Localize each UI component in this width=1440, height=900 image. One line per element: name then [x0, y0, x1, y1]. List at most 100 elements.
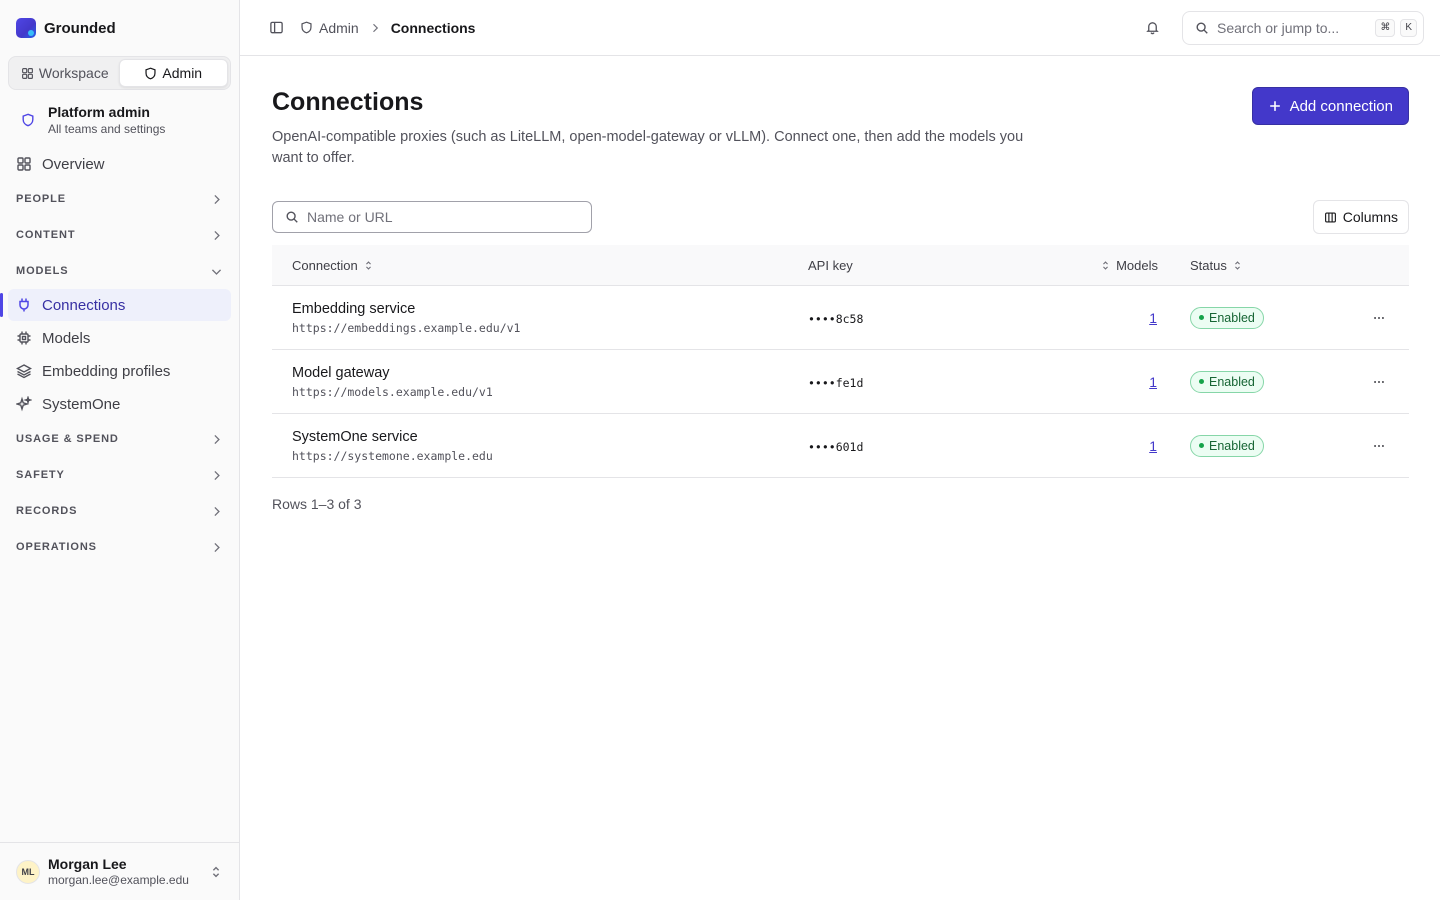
search-icon: [286, 211, 298, 223]
context-header: Platform admin All teams and settings: [0, 90, 239, 144]
status-badge: Enabled: [1190, 434, 1264, 457]
connection-name[interactable]: SystemOne service: [292, 429, 808, 445]
status-label: Enabled: [1209, 374, 1255, 389]
nav-group-models[interactable]: MODELS: [8, 253, 231, 289]
nav-group-content[interactable]: CONTENT: [8, 217, 231, 253]
table-row[interactable]: Model gateway https://models.example.edu…: [272, 350, 1409, 414]
chevron-right-icon: [214, 230, 220, 240]
layers-icon: [16, 364, 32, 379]
status-dot-icon: [1199, 443, 1204, 448]
nav-group-label: SAFETY: [16, 469, 65, 481]
row-actions-button[interactable]: [1367, 434, 1391, 458]
workspace-tab-label: Workspace: [38, 65, 109, 81]
user-menu[interactable]: ML Morgan Lee morgan.lee@example.edu: [0, 842, 239, 900]
nav-group-label: CONTENT: [16, 229, 76, 241]
table-header: Connection API key Models Status: [272, 245, 1409, 286]
connection-url: https://systemone.example.edu: [292, 448, 493, 463]
avatar: ML: [16, 859, 40, 884]
status-dot-icon: [1199, 315, 1204, 320]
table-row[interactable]: Embedding service https://embeddings.exa…: [272, 286, 1409, 350]
chevrons-up-down-icon: [212, 866, 220, 877]
more-horizontal-icon: [1373, 444, 1384, 447]
global-search-input[interactable]: Search or jump to... ⌘ K: [1182, 10, 1424, 45]
connection-url: https://embeddings.example.edu/v1: [292, 320, 521, 335]
models-count-link[interactable]: 1: [1149, 310, 1158, 326]
topbar: Admin Connections Search or jump to... ⌘…: [240, 0, 1440, 56]
admin-tab[interactable]: Admin: [118, 59, 228, 87]
col-api-key: API key: [808, 258, 1058, 273]
toggle-sidebar-button[interactable]: [264, 16, 288, 40]
sidebar-item-overview[interactable]: Overview: [8, 148, 231, 180]
sidebar-item-systemone[interactable]: SystemOne: [8, 388, 231, 420]
nav-group-people[interactable]: PEOPLE: [8, 181, 231, 217]
search-icon: [1196, 21, 1208, 34]
main: Admin Connections Search or jump to... ⌘…: [240, 0, 1440, 900]
chip-icon: [17, 331, 31, 345]
sidebar-item-connections[interactable]: Connections: [0, 289, 231, 321]
col-status-label: Status: [1190, 257, 1227, 273]
row-actions-button[interactable]: [1367, 306, 1391, 330]
shield-icon: [18, 110, 38, 130]
status-label: Enabled: [1209, 310, 1255, 325]
models-count-link[interactable]: 1: [1149, 374, 1158, 390]
more-horizontal-icon: [1373, 380, 1384, 383]
kbd-cmd: ⌘: [1375, 18, 1396, 37]
page-content: Connections OpenAI-compatible proxies (s…: [240, 56, 1440, 512]
status-badge: Enabled: [1190, 306, 1264, 329]
plug-icon: [19, 298, 29, 312]
breadcrumb-admin[interactable]: Admin: [300, 20, 359, 36]
columns-button[interactable]: Columns: [1312, 200, 1409, 234]
sparkles-icon: [16, 396, 32, 412]
nav-group-label: PEOPLE: [16, 193, 67, 205]
pagination-info: Rows 1–3 of 3: [272, 496, 362, 512]
columns-icon: [1324, 211, 1336, 223]
context-title: Platform admin: [48, 104, 150, 120]
sort-icon: [1234, 260, 1240, 270]
user-email: morgan.lee@example.edu: [48, 873, 189, 887]
nav-group-label: OPERATIONS: [16, 541, 97, 553]
filter-input[interactable]: Name or URL: [272, 201, 592, 233]
workspace-admin-switcher: Workspace Admin: [8, 56, 231, 90]
grid-icon: [21, 67, 33, 79]
table-row[interactable]: SystemOne service https://systemone.exam…: [272, 414, 1409, 478]
breadcrumb-admin-label: Admin: [319, 19, 359, 36]
chevron-right-icon: [214, 470, 220, 480]
nav-group-label: MODELS: [16, 265, 69, 277]
api-key-masked: ••••8c58: [808, 311, 864, 326]
sidebar-item-embedding-profiles[interactable]: Embedding profiles: [8, 355, 231, 387]
nav-group-operations[interactable]: OPERATIONS: [8, 529, 231, 565]
add-connection-button[interactable]: Add connection: [1251, 87, 1409, 125]
add-connection-label: Add connection: [1289, 97, 1393, 115]
sort-icon: [365, 260, 371, 270]
search-placeholder: Search or jump to...: [1217, 19, 1340, 36]
models-count-link[interactable]: 1: [1149, 438, 1158, 454]
col-status[interactable]: Status: [1158, 258, 1348, 273]
row-actions-button[interactable]: [1367, 370, 1391, 394]
col-models-label: Models: [1116, 257, 1158, 273]
status-dot-icon: [1199, 379, 1204, 384]
brand[interactable]: Grounded: [0, 0, 239, 56]
connection-name[interactable]: Embedding service: [292, 301, 808, 317]
plus-icon: [1269, 101, 1280, 111]
notifications-button[interactable]: [1140, 16, 1164, 40]
connections-table: Connection API key Models Status Embeddi…: [272, 245, 1409, 478]
filter-placeholder: Name or URL: [307, 209, 393, 225]
status-label: Enabled: [1209, 438, 1255, 453]
sidebar: Grounded Workspace Admin Platform admin …: [0, 0, 240, 900]
user-name: Morgan Lee: [48, 856, 127, 872]
col-connection[interactable]: Connection: [272, 258, 808, 273]
col-connection-label: Connection: [292, 257, 358, 273]
workspace-tab[interactable]: Workspace: [11, 59, 119, 87]
breadcrumb-current: Connections: [390, 19, 476, 36]
sidebar-item-models[interactable]: Models: [8, 322, 231, 354]
nav-group-usage-spend[interactable]: USAGE & SPEND: [8, 421, 231, 457]
connection-name[interactable]: Model gateway: [292, 365, 808, 381]
chevron-right-icon: [214, 506, 220, 516]
nav-group-safety[interactable]: SAFETY: [8, 457, 231, 493]
chevron-right-icon: [214, 542, 220, 552]
sidebar-nav: Overview PEOPLE CONTENT MODELS Connectio…: [0, 144, 239, 569]
chevron-right-icon: [214, 434, 220, 444]
nav-group-records[interactable]: RECORDS: [8, 493, 231, 529]
app-shell: Grounded Workspace Admin Platform admin …: [0, 0, 1440, 900]
col-models[interactable]: Models: [1058, 258, 1158, 273]
